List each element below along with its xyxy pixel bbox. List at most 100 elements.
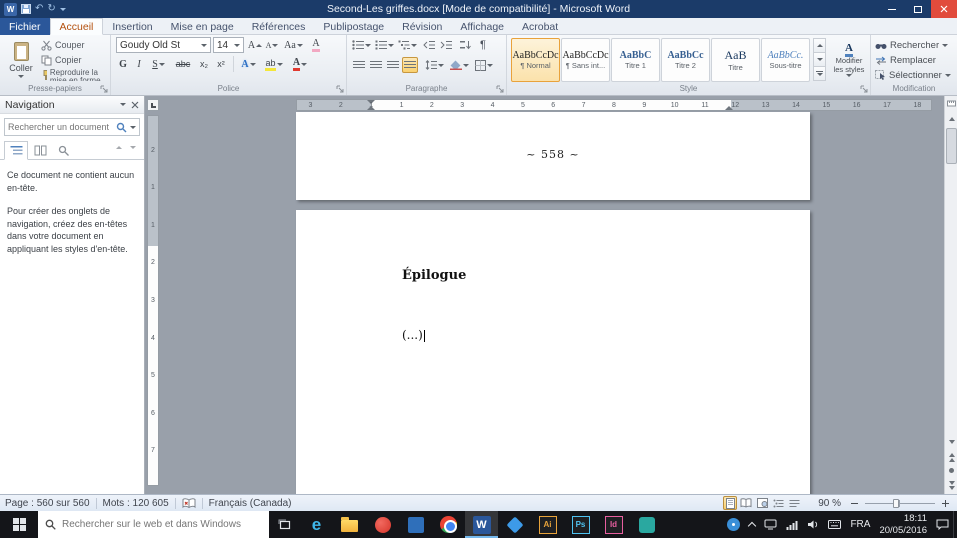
horizontal-ruler[interactable]: 3 2 1 1 2 3 4 5 6 7 8 9 10 11 12 13 14 15 16 17 18 (296, 99, 932, 111)
highlight-color-button[interactable]: ab (262, 56, 286, 72)
previous-page-button[interactable] (946, 451, 957, 463)
style-sous-titre[interactable]: AaBbCc. Sous-titre (761, 38, 810, 82)
close-button[interactable] (931, 0, 957, 18)
format-painter-button[interactable]: Reproduire la mise en forme (41, 68, 109, 82)
tab-accueil[interactable]: Accueil (49, 18, 104, 35)
tray-keyboard-icon[interactable] (828, 520, 842, 529)
sort-button[interactable] (457, 37, 473, 53)
next-heading-arrow-icon[interactable] (130, 146, 136, 149)
tray-volume-icon[interactable] (807, 519, 819, 530)
qat-customize-arrow-icon[interactable] (59, 7, 66, 11)
numbering-button[interactable] (374, 37, 395, 53)
page-info[interactable]: Page : 560 sur 560 (5, 498, 90, 509)
styles-scroll-down-button[interactable] (813, 52, 826, 67)
zoom-slider-thumb[interactable] (893, 498, 899, 508)
pane-close-icon[interactable] (131, 101, 139, 109)
document-page-current[interactable]: Épilogue (...) (296, 210, 810, 494)
tray-blue-circle-icon[interactable] (727, 518, 741, 531)
taskbar-app-word[interactable]: W (465, 511, 498, 538)
multilevel-list-button[interactable] (397, 37, 418, 53)
justify-button[interactable] (402, 57, 418, 73)
tab-affichage[interactable]: Affichage (451, 18, 513, 35)
vertical-scrollbar[interactable] (944, 96, 957, 494)
search-icon[interactable] (116, 122, 127, 133)
align-right-button[interactable] (385, 57, 401, 73)
paste-button[interactable]: Coller (4, 36, 38, 83)
spellcheck-icon[interactable] (182, 497, 196, 509)
taskbar-app-explorer[interactable] (333, 511, 366, 538)
scroll-up-button[interactable] (946, 113, 957, 125)
maximize-button[interactable] (905, 0, 931, 18)
zoom-in-button[interactable] (939, 497, 952, 510)
shading-button[interactable] (448, 57, 470, 73)
tab-fichier[interactable]: Fichier (0, 18, 50, 35)
change-styles-button[interactable]: A Modifier les styles (830, 37, 868, 83)
save-button[interactable] (21, 4, 31, 14)
font-name-combo[interactable]: Goudy Old St (116, 37, 211, 53)
paragraph-dialog-launcher-icon[interactable] (496, 85, 505, 94)
bold-button[interactable]: G (116, 56, 130, 72)
change-case-button[interactable]: Aa (283, 37, 304, 53)
scrollbar-thumb[interactable] (946, 128, 957, 164)
taskbar-app-photoshop[interactable]: Ps (564, 511, 597, 538)
show-desktop-button[interactable] (953, 511, 957, 538)
decrease-indent-button[interactable] (421, 37, 437, 53)
show-paragraph-marks-button[interactable]: ¶ (475, 37, 491, 53)
line-spacing-button[interactable] (423, 57, 445, 73)
view-web-layout-button[interactable] (755, 496, 769, 510)
tab-browse-pages[interactable] (28, 141, 52, 160)
replace-button[interactable]: Remplacer (875, 53, 936, 67)
tray-network-icon[interactable] (786, 520, 798, 530)
taskbar-app-edge[interactable]: e (300, 511, 333, 538)
view-outline-button[interactable] (771, 496, 785, 510)
tab-stop-selector[interactable] (147, 99, 159, 111)
minimize-button[interactable] (879, 0, 905, 18)
taskbar-app-red[interactable] (366, 511, 399, 538)
increase-indent-button[interactable] (438, 37, 454, 53)
superscript-button[interactable]: x² (213, 56, 229, 72)
tab-acrobat[interactable]: Acrobat (513, 18, 567, 35)
ruler-toggle-button[interactable] (946, 98, 957, 110)
next-page-button[interactable] (946, 479, 957, 491)
taskbar-app-illustrator[interactable]: Ai (531, 511, 564, 538)
style-sans-interligne[interactable]: AaBbCcDc ¶ Sans int... (561, 38, 610, 82)
clear-formatting-button[interactable]: A (307, 37, 325, 53)
styles-scroll-up-button[interactable] (813, 38, 826, 53)
view-print-layout-button[interactable] (723, 496, 737, 510)
zoom-slider[interactable] (865, 498, 935, 509)
taskbar-app-indesign[interactable]: Id (597, 511, 630, 538)
view-draft-button[interactable] (787, 496, 801, 510)
tab-publipostage[interactable]: Publipostage (314, 18, 393, 35)
start-button[interactable] (0, 511, 38, 538)
text-effects-button[interactable]: A (238, 56, 259, 72)
style-titre-2[interactable]: AaBbCc Titre 2 (661, 38, 710, 82)
previous-heading-arrow-icon[interactable] (116, 146, 122, 149)
navigation-search-input[interactable] (8, 122, 113, 132)
action-center-icon[interactable] (936, 519, 949, 530)
strikethrough-button[interactable]: abc (172, 56, 194, 72)
font-color-button[interactable]: A (289, 56, 311, 72)
copy-button[interactable]: Copier (41, 53, 82, 67)
taskbar-app-dropbox[interactable] (498, 511, 531, 538)
pane-options-arrow-icon[interactable] (120, 103, 126, 106)
task-view-button[interactable] (269, 511, 300, 538)
document-page-previous[interactable]: ~ 558 ~ (296, 112, 810, 200)
style-titre-1[interactable]: AaBbC Titre 1 (611, 38, 660, 82)
undo-button[interactable]: ↶ (35, 4, 43, 14)
tray-language-indicator[interactable]: FRA (850, 519, 870, 530)
navigation-search-box[interactable] (4, 118, 140, 136)
style-titre[interactable]: AaB Titre (711, 38, 760, 82)
zoom-out-button[interactable] (848, 497, 861, 510)
subscript-button[interactable]: x₂ (196, 56, 212, 72)
borders-button[interactable] (473, 57, 495, 73)
tray-clock[interactable]: 18:11 20/05/2016 (879, 513, 927, 537)
tab-browse-results[interactable] (52, 141, 76, 160)
vertical-ruler[interactable]: 2 1 1 2 3 4 5 6 7 (147, 115, 159, 486)
tray-expand-chevron-icon[interactable] (748, 521, 757, 531)
tab-browse-headings[interactable] (4, 141, 28, 160)
underline-button[interactable]: S (148, 56, 169, 72)
align-center-button[interactable] (368, 57, 384, 73)
tab-insertion[interactable]: Insertion (103, 18, 161, 35)
style-normal[interactable]: AaBbCcDc ¶ Normal (511, 38, 560, 82)
select-browse-object-button[interactable] (946, 465, 957, 475)
